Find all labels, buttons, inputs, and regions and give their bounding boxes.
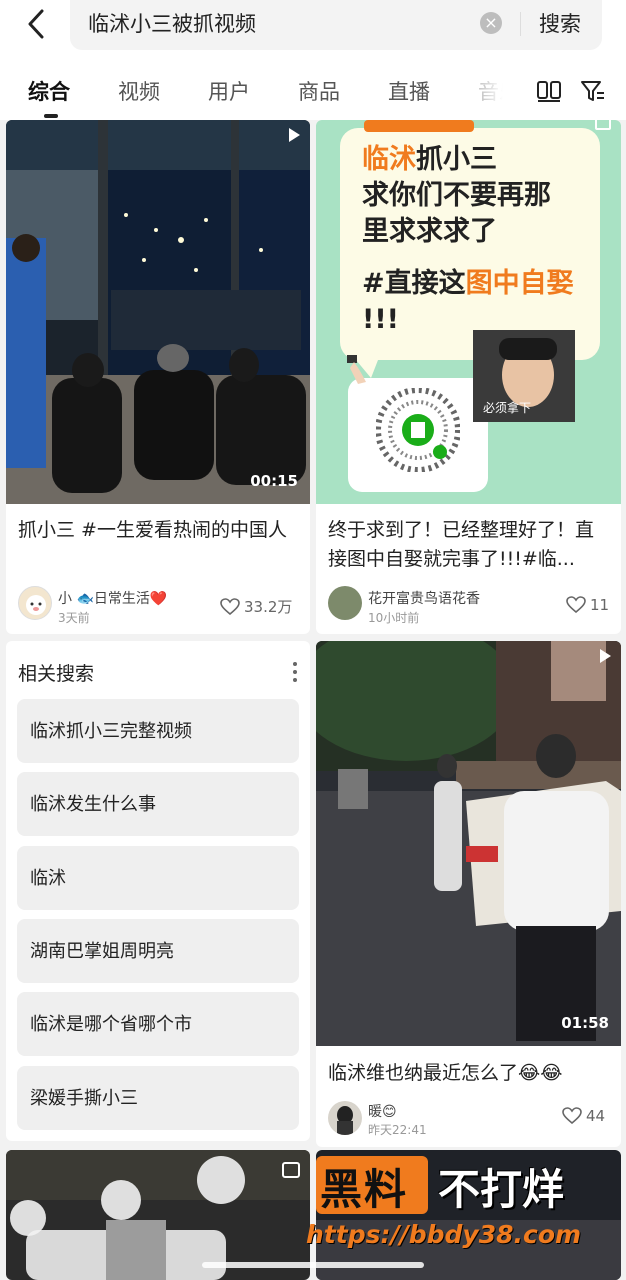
like-count: 33.2万	[244, 598, 293, 616]
more-vertical-icon[interactable]	[292, 661, 298, 683]
related-item-label: 临沭是哪个省哪个市	[30, 1014, 192, 1035]
avatar[interactable]	[328, 1101, 362, 1135]
play-icon	[600, 649, 611, 663]
author-name[interactable]: 小 🐟日常生活❤️	[58, 588, 167, 608]
overlay-line: 求你们不要再那	[362, 180, 551, 211]
related-searches: 相关搜索 临沭抓小三完整视频 临沭发生什么事 临沭 湖南巴掌姐周明亮 临沭是哪个…	[6, 641, 310, 1141]
home-indicator	[202, 1262, 424, 1268]
header: 临沭小三被抓视频 × 搜索 综合 视频 用户 商品 直播 音乐	[0, 0, 626, 120]
video-duration: 01:58	[561, 1014, 609, 1032]
hand-icon	[347, 355, 366, 384]
watermark-logo: 黑料 不打烊 https://bbdy38.com	[300, 1150, 626, 1280]
tab-live[interactable]: 直播	[388, 76, 430, 106]
divider	[520, 12, 521, 36]
tab-video[interactable]: 视频	[118, 76, 160, 106]
tab-users[interactable]: 用户	[208, 76, 250, 106]
face-caption: 必须拿下	[483, 401, 532, 415]
watermark-brand: 黑料	[320, 1165, 409, 1214]
search-button[interactable]: 搜索	[539, 8, 581, 38]
author-name[interactable]: 花开富贵鸟语花香	[368, 588, 480, 608]
overlay-line: #直接这	[362, 268, 466, 299]
post-time: 10小时前	[368, 611, 420, 625]
video-duration: 00:15	[250, 472, 298, 490]
overlay-text: 临沭抓小三 求你们不要再那 里求求求了 #直接这图中自娶 !!!	[362, 142, 574, 338]
related-item[interactable]: 临沭	[17, 846, 299, 910]
overlay-line: 里求求求了	[362, 216, 497, 247]
related-item[interactable]: 临沭是哪个省哪个市	[17, 992, 299, 1056]
heart-icon	[220, 597, 240, 615]
image-card[interactable]: 临沭抓小三 求你们不要再那 里求求求了 #直接这图中自娶 !!! 必须拿下 终于…	[316, 120, 621, 634]
image-thumbnail[interactable]: 临沭抓小三 求你们不要再那 里求求求了 #直接这图中自娶 !!! 必须拿下	[316, 120, 621, 504]
post-time: 3天前	[58, 611, 90, 625]
tab-bar: 综合 视频 用户 商品 直播 音乐	[0, 70, 626, 120]
avatar[interactable]	[328, 586, 362, 620]
like-count: 44	[586, 1107, 606, 1125]
like-button[interactable]: 33.2万	[220, 596, 292, 617]
watermark-brand: 不打烊	[438, 1165, 565, 1214]
related-item-label: 梁媛手撕小三	[30, 1088, 138, 1109]
search-input[interactable]: 临沭小三被抓视频 × 搜索	[70, 0, 602, 50]
post-time: 昨天22:41	[368, 1123, 427, 1137]
chevron-left-icon	[28, 9, 44, 39]
card-title[interactable]: 终于求到了！已经整理好了！直接图中自娶就完事了!!!#临...	[328, 516, 609, 574]
face-image: 必须拿下	[473, 330, 575, 422]
gallery-icon	[282, 1162, 300, 1178]
overlay-line: 抓小三	[416, 144, 497, 175]
heart-icon	[562, 1107, 582, 1125]
active-tab-indicator	[44, 114, 58, 118]
tab-fade	[440, 70, 530, 114]
play-icon	[289, 128, 300, 142]
tab-comprehensive[interactable]: 综合	[28, 76, 70, 106]
back-button[interactable]	[18, 6, 54, 42]
related-item[interactable]: 临沭抓小三完整视频	[17, 699, 299, 763]
related-item-label: 临沭发生什么事	[30, 794, 156, 815]
related-item-label: 湖南巴掌姐周明亮	[30, 941, 174, 962]
like-button[interactable]: 11	[566, 596, 609, 614]
video-card[interactable]	[6, 1150, 310, 1280]
overlay-accent: 临沭	[362, 144, 416, 175]
mini-program-code	[375, 387, 461, 473]
tab-products[interactable]: 商品	[298, 76, 340, 106]
related-title: 相关搜索	[18, 663, 95, 685]
related-item[interactable]: 湖南巴掌姐周明亮	[17, 919, 299, 983]
video-thumbnail[interactable]	[6, 1150, 310, 1280]
avatar[interactable]	[18, 586, 52, 620]
heart-icon	[566, 596, 586, 614]
related-item-label: 临沭抓小三完整视频	[30, 721, 192, 742]
gallery-icon	[595, 120, 611, 130]
filter-icon[interactable]	[580, 78, 606, 104]
clear-icon[interactable]: ×	[480, 12, 502, 34]
video-thumbnail[interactable]: 00:15	[6, 120, 310, 504]
video-card[interactable]: 00:15 抓小三 #一生爱看热闹的中国人 小 🐟日常生活❤️ 3天前 33.2…	[6, 120, 310, 634]
two-column-icon[interactable]	[536, 78, 562, 104]
author-name[interactable]: 暖😊	[368, 1101, 397, 1121]
related-item[interactable]: 临沭发生什么事	[17, 772, 299, 836]
overlay-accent: 图中自娶	[465, 268, 574, 299]
related-item[interactable]: 梁媛手撕小三	[17, 1066, 299, 1130]
search-query: 临沭小三被抓视频	[88, 12, 256, 36]
like-button[interactable]: 44	[562, 1107, 605, 1125]
video-card[interactable]: 01:58 临沭维也纳最近怎么了😂😂 暖😊 昨天22:41 44	[316, 641, 621, 1147]
card-title[interactable]: 临沭维也纳最近怎么了😂😂	[328, 1059, 609, 1088]
video-thumbnail[interactable]: 01:58	[316, 641, 621, 1046]
related-item-label: 临沭	[30, 868, 66, 889]
card-title[interactable]: 抓小三 #一生爱看热闹的中国人	[18, 516, 298, 545]
watermark-url: https://bbdy38.com	[306, 1220, 582, 1249]
like-count: 11	[590, 596, 610, 614]
